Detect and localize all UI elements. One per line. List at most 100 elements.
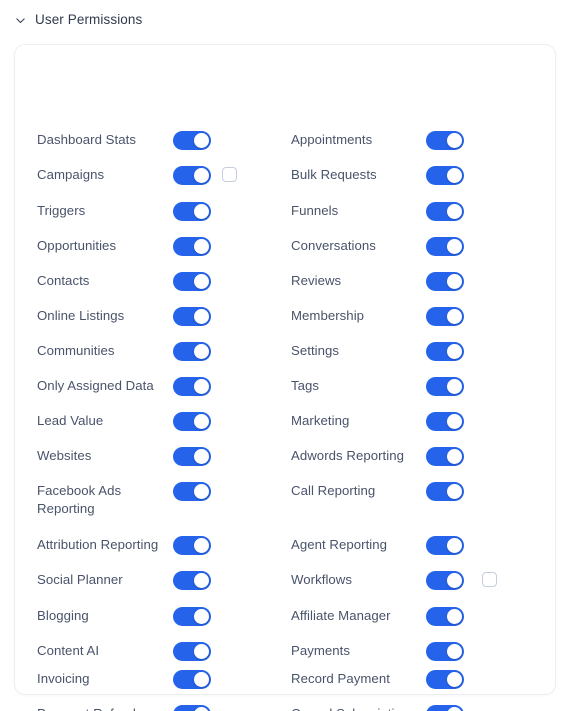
permission-toggle[interactable] <box>173 342 211 361</box>
toggle-knob <box>194 274 209 289</box>
toggle-knob <box>447 644 462 659</box>
permission-row: Conversations <box>286 237 557 259</box>
toggle-knob <box>447 609 462 624</box>
permission-toggle[interactable] <box>426 571 464 590</box>
permission-toggle[interactable] <box>426 237 464 256</box>
permission-label: Marketing <box>291 413 350 428</box>
toggle-knob <box>447 379 462 394</box>
permission-toggle[interactable] <box>173 670 211 689</box>
toggle-knob <box>194 538 209 553</box>
permission-toggle[interactable] <box>426 342 464 361</box>
permission-toggle[interactable] <box>173 607 211 626</box>
permission-checkbox[interactable] <box>222 167 237 182</box>
permission-label: Conversations <box>291 238 376 253</box>
permission-toggle[interactable] <box>426 607 464 626</box>
permission-row: Online Listings <box>15 307 286 329</box>
permission-toggle[interactable] <box>426 377 464 396</box>
toggle-knob <box>447 204 462 219</box>
permission-row: Marketing <box>286 412 557 434</box>
permission-label: Opportunities <box>37 238 117 253</box>
permission-label: Blogging <box>37 608 89 623</box>
permission-label: Campaigns <box>37 167 105 182</box>
toggle-knob <box>194 609 209 624</box>
permission-toggle[interactable] <box>426 447 464 466</box>
permission-label: Contacts <box>37 273 90 288</box>
permission-row: Contacts <box>15 272 286 294</box>
permission-label: Triggers <box>37 203 86 218</box>
permission-toggle[interactable] <box>173 272 211 291</box>
permission-label: Appointments <box>291 132 373 147</box>
toggle-knob <box>447 344 462 359</box>
permission-toggle[interactable] <box>173 705 211 711</box>
permission-label: Tags <box>291 378 320 393</box>
permission-toggle[interactable] <box>173 447 211 466</box>
permission-label: Agent Reporting <box>291 537 388 552</box>
permission-toggle[interactable] <box>426 202 464 221</box>
toggle-knob <box>194 168 209 183</box>
permission-row: Membership <box>286 307 557 329</box>
permission-toggle[interactable] <box>173 571 211 590</box>
permission-toggle[interactable] <box>173 536 211 555</box>
permission-toggle[interactable] <box>173 237 211 256</box>
permission-toggle[interactable] <box>173 482 211 501</box>
permission-row: Cancel Subscription <box>286 705 557 711</box>
toggle-knob <box>447 484 462 499</box>
permission-toggle[interactable] <box>173 377 211 396</box>
toggle-knob <box>194 449 209 464</box>
permission-label: Websites <box>37 448 92 463</box>
permission-checkbox[interactable] <box>482 572 497 587</box>
toggle-knob <box>194 309 209 324</box>
permission-row: Content AI <box>15 642 286 664</box>
toggle-knob <box>194 573 209 588</box>
toggle-knob <box>194 379 209 394</box>
permission-toggle[interactable] <box>173 307 211 326</box>
permission-toggle[interactable] <box>426 482 464 501</box>
permission-label: Online Listings <box>37 308 125 323</box>
permission-label: Payments <box>291 643 351 658</box>
permission-toggle[interactable] <box>426 412 464 431</box>
permission-toggle[interactable] <box>426 272 464 291</box>
permission-row: Bulk Requests <box>286 166 557 188</box>
permission-row: Invoicing <box>15 670 286 692</box>
permission-row: Communities <box>15 342 286 364</box>
toggle-knob <box>447 274 462 289</box>
permission-row: Call Reporting <box>286 482 557 504</box>
permission-label: Social Planner <box>37 572 123 587</box>
user-permissions-section-header[interactable]: User Permissions <box>14 10 142 30</box>
permission-label: Only Assigned Data <box>37 378 154 393</box>
page-title: User Permissions <box>35 12 143 27</box>
permission-row: Lead Value <box>15 412 286 434</box>
permission-toggle[interactable] <box>173 642 211 661</box>
permission-row: Affiliate Manager <box>286 607 557 629</box>
permission-toggle[interactable] <box>426 642 464 661</box>
permission-row: Funnels <box>286 202 557 224</box>
permission-toggle[interactable] <box>426 166 464 185</box>
toggle-knob <box>447 168 462 183</box>
permission-toggle[interactable] <box>426 670 464 689</box>
permissions-card: Dashboard Stats Campaigns Triggers Opportun… <box>14 44 557 711</box>
permission-label: Membership <box>291 308 365 323</box>
toggle-knob <box>447 414 462 429</box>
toggle-knob <box>447 707 462 711</box>
permission-row: Payment Refund <box>15 705 286 711</box>
permission-toggle[interactable] <box>426 131 464 150</box>
permission-toggle[interactable] <box>173 412 211 431</box>
permission-row: Tags <box>286 377 557 399</box>
toggle-knob <box>194 707 209 711</box>
permission-row: Attribution Reporting <box>15 536 286 558</box>
permission-row: Settings <box>286 342 557 364</box>
user-permissions-page: User Permissions Dashboard Stats Campaign… <box>0 0 567 711</box>
permission-row: Dashboard Stats <box>15 131 286 153</box>
permission-toggle[interactable] <box>426 705 464 711</box>
permission-toggle[interactable] <box>426 536 464 555</box>
permission-toggle[interactable] <box>173 166 211 185</box>
permission-label: Facebook Ads Reporting <box>37 483 122 516</box>
toggle-knob <box>194 484 209 499</box>
permission-toggle[interactable] <box>426 307 464 326</box>
permission-toggle[interactable] <box>173 202 211 221</box>
toggle-knob <box>447 449 462 464</box>
permission-toggle[interactable] <box>173 131 211 150</box>
permission-label: Settings <box>291 343 340 358</box>
chevron-down-icon[interactable] <box>14 14 27 27</box>
permission-row: Social Planner <box>15 571 286 593</box>
